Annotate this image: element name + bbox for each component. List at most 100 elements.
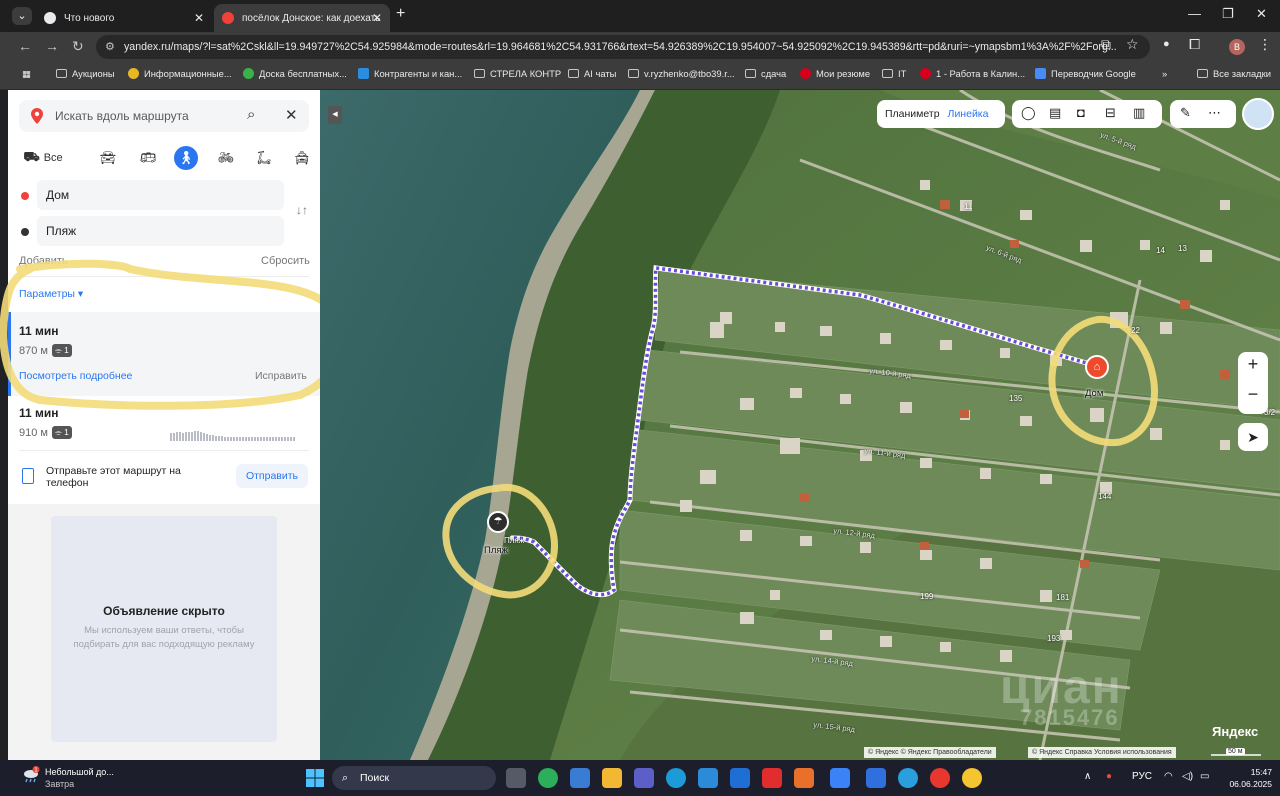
send-button[interactable]: Отправить bbox=[236, 464, 308, 488]
tab-yandex-maps[interactable]: посёлок Донское: как доехать ✕ bbox=[214, 4, 390, 32]
file-explorer-icon[interactable] bbox=[602, 768, 622, 788]
address-bar[interactable]: ⚙ yandex.ru/maps/?l=sat%2Cskl&ll=19.9497… bbox=[96, 35, 1150, 59]
app-blue-icon[interactable] bbox=[730, 768, 750, 788]
zoom-out-button[interactable]: − bbox=[1238, 384, 1268, 405]
teams-icon[interactable] bbox=[634, 768, 654, 788]
bicycle-icon[interactable]: 🚲︎ bbox=[214, 146, 238, 170]
zoom-in-button[interactable]: + bbox=[1238, 354, 1268, 375]
bookmark-item[interactable]: Информационные... bbox=[128, 68, 232, 79]
shield-icon[interactable] bbox=[866, 768, 886, 788]
search-icon[interactable]: ⌕ bbox=[247, 106, 255, 123]
copilot-icon[interactable] bbox=[794, 768, 814, 788]
bookmark-item[interactable]: сдача bbox=[745, 68, 786, 79]
copyright-left[interactable]: © Яндекс © Яндекс Правообладатели bbox=[864, 747, 996, 758]
taxi-icon[interactable]: 🚖︎ bbox=[290, 146, 314, 170]
tray-chevron-icon[interactable]: ∧ bbox=[1084, 771, 1091, 782]
chrome-icon[interactable] bbox=[962, 768, 982, 788]
swap-icon[interactable]: ↓↑ bbox=[296, 203, 308, 217]
house-number: 22 bbox=[1131, 326, 1140, 335]
calculator-icon[interactable] bbox=[570, 768, 590, 788]
store-icon[interactable] bbox=[698, 768, 718, 788]
bookmark-item[interactable]: Доска бесплатных... bbox=[243, 68, 347, 79]
tab-title: посёлок Донское: как доехать bbox=[242, 12, 381, 24]
mode-all-button[interactable]: ⛟ Все bbox=[18, 146, 68, 170]
bookmark-item[interactable]: Контрагенты и кан... bbox=[358, 68, 462, 79]
user-avatar[interactable] bbox=[1242, 98, 1274, 130]
restore-icon[interactable]: ❐ bbox=[1222, 6, 1234, 22]
youtube-icon[interactable] bbox=[762, 768, 782, 788]
close-tab-icon[interactable]: ✕ bbox=[372, 11, 382, 25]
car-icon[interactable]: 🚘︎ bbox=[96, 146, 120, 170]
install-app-icon[interactable]: ⧉ bbox=[1101, 36, 1111, 53]
forward-icon[interactable]: → bbox=[45, 38, 59, 54]
apps-grid-icon[interactable]: ▦ bbox=[22, 68, 31, 80]
task-view-icon[interactable] bbox=[506, 768, 526, 788]
close-tab-icon[interactable]: ✕ bbox=[194, 11, 204, 25]
route-distance: 910 м ⌯ 1 bbox=[19, 426, 72, 439]
extension-icon[interactable]: ● bbox=[1163, 38, 1170, 50]
route-search-input[interactable]: Искать вдоль маршрута bbox=[55, 109, 189, 123]
bookmark-item[interactable]: v.ryzhenko@tbo39.r... bbox=[628, 68, 735, 79]
new-tab-button[interactable]: + bbox=[396, 5, 405, 23]
yandex-browser-icon[interactable] bbox=[930, 768, 950, 788]
extensions-puzzle-icon[interactable]: ⧠ bbox=[1189, 36, 1200, 53]
satellite-map[interactable]: ◀ Планиметр Линейка ◯ ▤ ◘ ⊟ ▥ ✎ ⋯ 11 13 … bbox=[320, 90, 1280, 760]
collapse-panel-button[interactable]: ◀ bbox=[328, 106, 342, 124]
layers-stack-icon[interactable]: ▥ bbox=[1133, 105, 1145, 121]
house-icon: ⌂ bbox=[1093, 361, 1101, 373]
minimize-icon[interactable]: — bbox=[1188, 6, 1201, 21]
close-window-icon[interactable]: ✕ bbox=[1256, 6, 1267, 22]
wifi-icon[interactable]: ◠ bbox=[1164, 771, 1173, 782]
map-book-icon[interactable]: ▤ bbox=[1049, 105, 1061, 121]
ruler-pencil-icon[interactable]: ✎ bbox=[1180, 105, 1191, 121]
bookmark-item[interactable]: Мои резюме bbox=[800, 68, 870, 79]
layers-circle-icon[interactable]: ◯ bbox=[1021, 105, 1036, 121]
tab-whats-new[interactable]: Что нового ✕ bbox=[36, 4, 212, 32]
vpn-v-icon[interactable] bbox=[830, 768, 850, 788]
ad-area: Объявление скрыто Мы используем ваши отв… bbox=[8, 504, 320, 760]
windows-start-icon[interactable] bbox=[306, 769, 324, 787]
notification-icon[interactable]: ● bbox=[1106, 771, 1112, 782]
walk-icon[interactable]: 🚶︎ bbox=[174, 146, 198, 170]
bookmark-item[interactable]: Переводчик Google bbox=[1035, 68, 1136, 79]
bookmark-item[interactable]: 1 - Работа в Калин... bbox=[920, 68, 1025, 79]
all-bookmarks[interactable]: Все закладки bbox=[1197, 68, 1271, 79]
bookmark-star-icon[interactable]: ☆ bbox=[1126, 36, 1139, 53]
site-info-icon[interactable]: ⚙ bbox=[105, 35, 115, 59]
transport-bus-icon[interactable]: ⊟ bbox=[1105, 105, 1116, 121]
bus-icon[interactable]: 🚌︎ bbox=[136, 146, 160, 170]
telegram-icon[interactable] bbox=[898, 768, 918, 788]
to-field[interactable]: Пляж bbox=[37, 216, 284, 246]
battery-icon[interactable]: ▭ bbox=[1200, 771, 1209, 782]
route-search-box[interactable]: Искать вдоль маршрута ⌕ ✕ bbox=[19, 100, 309, 132]
more-bookmarks-icon[interactable]: » bbox=[1162, 68, 1167, 79]
chrome-menu-icon[interactable]: ⋮ bbox=[1258, 36, 1272, 53]
elevation-profile bbox=[170, 431, 295, 441]
tab-search-button[interactable]: ⌄ bbox=[12, 7, 32, 25]
edge-icon[interactable] bbox=[666, 768, 686, 788]
planimeter-button[interactable]: Планиметр bbox=[885, 108, 940, 120]
locate-me-button[interactable]: ➤ bbox=[1238, 423, 1268, 451]
clock[interactable]: 15:47 06.06.2025 bbox=[1224, 766, 1272, 790]
whatsapp-icon[interactable] bbox=[538, 768, 558, 788]
reload-icon[interactable]: ↻ bbox=[72, 38, 84, 55]
ruler-button[interactable]: Линейка bbox=[948, 108, 989, 120]
volume-icon[interactable]: ◁) bbox=[1182, 771, 1193, 782]
bookmark-item[interactable]: IT bbox=[882, 68, 906, 79]
bookmark-item[interactable]: AI чаты bbox=[568, 68, 616, 79]
home-marker[interactable]: ⌂ bbox=[1085, 355, 1109, 379]
back-icon[interactable]: ← bbox=[18, 38, 32, 54]
beach-marker[interactable]: ☂ bbox=[487, 511, 509, 533]
copyright-right[interactable]: © Яндекс Справка Условия использования bbox=[1028, 747, 1176, 758]
profile-avatar[interactable]: В bbox=[1229, 39, 1245, 55]
scooter-icon[interactable]: 🛴︎ bbox=[252, 146, 276, 170]
close-icon[interactable]: ✕ bbox=[285, 106, 298, 124]
bookmark-item[interactable]: Аукционы bbox=[56, 68, 115, 79]
taskbar-search[interactable]: ⌕ Поиск bbox=[332, 766, 496, 790]
board-icon bbox=[243, 68, 254, 79]
more-options-icon[interactable]: ⋯ bbox=[1208, 105, 1221, 121]
panorama-camera-icon[interactable]: ◘ bbox=[1077, 105, 1085, 120]
input-language[interactable]: РУС bbox=[1132, 771, 1152, 782]
from-field[interactable]: Дом bbox=[37, 180, 284, 210]
bookmark-item[interactable]: СТРЕЛА КОНТР bbox=[474, 68, 561, 79]
